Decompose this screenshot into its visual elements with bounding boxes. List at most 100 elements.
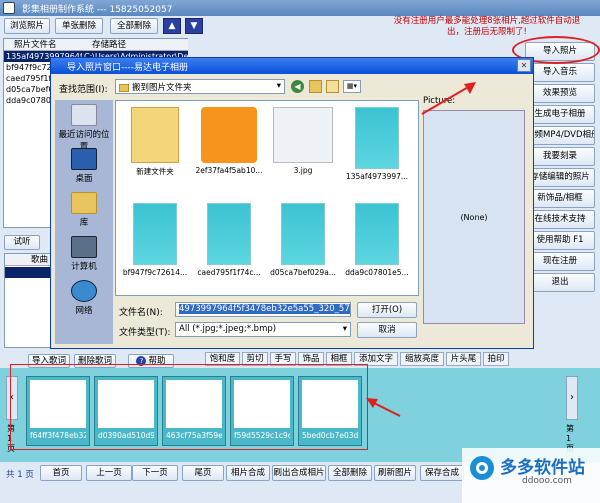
place-label: 库	[79, 218, 89, 228]
chevron-down-icon: ▾	[342, 324, 347, 334]
move-up-button[interactable]: ▲	[163, 18, 181, 34]
video-album-button[interactable]: 视频MP4/DVD相册	[525, 126, 595, 145]
watermark-brand: 多多软件站	[500, 458, 585, 478]
dialog-close-button[interactable]: ✕	[517, 59, 531, 72]
bottom-button-8[interactable]: 保存合成	[420, 465, 464, 481]
watermark-url: ddooo.com	[522, 476, 572, 486]
tab-8[interactable]: 拍印	[483, 352, 509, 366]
recent-icon	[71, 104, 97, 126]
strip-next-button[interactable]: ›	[566, 376, 578, 420]
file-name: 2ef37fa4f5ab10...	[195, 166, 263, 175]
place-library[interactable]: 库	[55, 192, 113, 228]
place-computer[interactable]: 计算机	[55, 236, 113, 272]
lookin-value: 搬到图片文件夹	[132, 83, 192, 93]
col-path[interactable]: 存储路径	[82, 39, 188, 51]
places-bar: 最近访问的位置 桌面 库 计算机 网络	[55, 100, 113, 344]
delete-all-button[interactable]: 全部删除	[110, 18, 158, 34]
online-support-button[interactable]: 在线技术支持	[525, 210, 595, 229]
filetype-select[interactable]: All (*.jpg;*.jpeg;*.bmp) ▾	[175, 322, 351, 337]
place-recent[interactable]: 最近访问的位置	[55, 104, 113, 152]
create-album-button[interactable]: 生成电子相册	[525, 105, 595, 124]
col-song[interactable]: 歌曲	[5, 254, 53, 266]
bottom-button-3[interactable]: 尾页	[182, 465, 224, 481]
lookin-label: 查找范围(I):	[59, 85, 108, 95]
bottom-button-5[interactable]: 刷出合成相片	[272, 465, 326, 481]
view-menu-icon[interactable]: ▦▾	[343, 80, 361, 93]
file-name: caed795f1f74c...	[197, 268, 261, 277]
save-edited-button[interactable]: 存储编辑的照片	[525, 168, 595, 187]
file-item[interactable]: d05ca7bef029a...	[268, 203, 338, 277]
song-list[interactable]: 歌曲	[4, 253, 54, 348]
tab-7[interactable]: 片头尾	[446, 352, 481, 366]
exit-button[interactable]: 退出	[525, 273, 595, 292]
up-folder-icon[interactable]	[309, 80, 322, 93]
filename-label: 文件名(N):	[119, 308, 163, 318]
help-f1-button[interactable]: 使用帮助 F1	[525, 231, 595, 250]
import-music-button[interactable]: 导入音乐	[525, 63, 595, 82]
preview-box: (None)	[423, 110, 525, 324]
browse-photos-button[interactable]: 浏览照片	[4, 18, 50, 34]
new-accessory-button[interactable]: 新饰品/相框	[525, 189, 595, 208]
place-label: 网络	[75, 306, 93, 316]
bottom-button-1[interactable]: 上一页	[86, 465, 132, 481]
file-item[interactable]: 3.jpg	[268, 107, 338, 175]
place-network[interactable]: 网络	[55, 280, 113, 316]
listen-button[interactable]: 试听	[4, 235, 40, 250]
file-name: 3.jpg	[293, 166, 313, 175]
folder-icon	[131, 107, 179, 163]
watermark-logo-icon	[470, 456, 494, 480]
window-title: 影集相册制作系统 --- 15825052057	[22, 5, 173, 15]
place-desktop[interactable]: 桌面	[55, 148, 113, 184]
file-item[interactable]: dda9c07801e5...	[342, 203, 412, 277]
file-item[interactable]: 135af4973997...	[342, 107, 412, 181]
preview-none: (None)	[460, 213, 488, 222]
photo-thumbnail	[133, 203, 177, 265]
preview-panel: Picture: (None)	[423, 96, 529, 328]
file-item[interactable]: caed795f1f74c...	[194, 203, 264, 277]
file-name: d05ca7bef029a...	[270, 268, 336, 277]
filetype-label: 文件类型(T):	[119, 328, 171, 338]
photo-thumbnail	[281, 203, 325, 265]
total-pages: 共 1 页	[6, 470, 34, 480]
file-item[interactable]: bf947f9c72614...	[120, 203, 190, 277]
bottom-button-7[interactable]: 刷新图片	[374, 465, 416, 481]
new-folder-icon[interactable]	[326, 80, 339, 93]
screenshot-thumbnail	[273, 107, 333, 163]
trial-notice: 没有注册用户最多能处理8张相片,超过软件自动退出，注册后无限制了!	[393, 16, 581, 37]
dialog-title-bar: 导入照片窗口----易达电子相册	[51, 58, 533, 74]
photo-thumbnail	[207, 203, 251, 265]
app-icon	[3, 2, 15, 14]
filename-input[interactable]: 4973997964f5f3478eb32e5a55_320_570.jpg	[175, 302, 351, 317]
file-item[interactable]: 2ef37fa4f5ab10...	[194, 107, 264, 175]
network-icon	[71, 280, 97, 302]
place-label: 桌面	[75, 174, 93, 184]
open-button[interactable]: 打开(O)	[357, 302, 417, 318]
delete-one-button[interactable]: 单张删除	[55, 18, 103, 34]
place-label: 计算机	[71, 262, 97, 272]
preview-button[interactable]: 效果预览	[525, 84, 595, 103]
move-down-button[interactable]: ▼	[185, 18, 203, 34]
register-button[interactable]: 现在注册	[525, 252, 595, 271]
computer-icon	[71, 236, 97, 258]
file-item[interactable]: 新建文件夹	[120, 107, 190, 177]
photo-thumbnail	[355, 203, 399, 265]
bottom-button-6[interactable]: 全部删除	[328, 465, 372, 481]
cancel-button[interactable]: 取消	[357, 322, 417, 338]
file-name: 135af4973997...	[345, 172, 409, 181]
desktop-icon	[71, 148, 97, 170]
file-browser[interactable]: 新建文件夹 2ef37fa4f5ab10... 3.jpg 135af4973997.…	[115, 100, 419, 296]
tab-6[interactable]: 缩放亮度	[400, 352, 444, 366]
bottom-button-0[interactable]: 首页	[40, 465, 82, 481]
filename-value: 4973997964f5f3478eb32e5a55_320_570.jpg	[179, 304, 350, 314]
app-logo-thumbnail	[201, 107, 257, 163]
col-photo-name[interactable]: 照片文件名	[4, 39, 82, 51]
chevron-down-icon: ▾	[276, 81, 281, 91]
back-icon[interactable]: ◀	[291, 80, 304, 93]
annotation-arrow-mid	[421, 82, 476, 115]
burn-button[interactable]: 我要刻录	[525, 147, 595, 166]
bottom-button-4[interactable]: 相片合成	[226, 465, 270, 481]
bottom-button-2[interactable]: 下一页	[132, 465, 178, 481]
annotation-arrow-bottom	[366, 398, 401, 417]
lookin-select[interactable]: 搬到图片文件夹 ▾	[115, 79, 285, 94]
song-row[interactable]	[5, 267, 53, 278]
